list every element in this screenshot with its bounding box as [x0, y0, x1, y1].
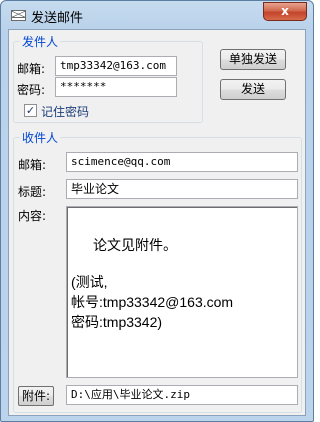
content-textarea[interactable]: 论文见附件。 (测试, 帐号:tmp33342@163.com 密码:tmp33… — [66, 206, 298, 378]
sender-email-label: 邮箱: — [17, 62, 46, 76]
content-line: 帐号:tmp33342@163.com — [71, 294, 234, 310]
sender-password-field[interactable]: ******* — [55, 77, 177, 97]
attachment-path-field[interactable]: D:\应用\毕业论文.zip — [66, 385, 298, 405]
recipient-email-field[interactable]: scimence@qq.com — [66, 152, 298, 172]
envelope-icon — [11, 10, 26, 21]
attachment-button[interactable]: 附件: — [18, 386, 54, 406]
content-label: 内容: — [18, 209, 47, 223]
sender-email-field[interactable]: tmp33342@163.com — [55, 56, 177, 76]
send-single-button[interactable]: 单独发送 — [220, 49, 286, 70]
window-title: 发送邮件 — [31, 11, 84, 26]
remember-password-checkbox[interactable]: ✓ — [24, 104, 37, 117]
title-bar[interactable]: 发送邮件 x — [1, 1, 313, 29]
recipient-group-title: 收件人 — [20, 129, 61, 146]
content-line: (测试, — [71, 274, 108, 290]
remember-password-label: 记住密码 — [41, 105, 90, 119]
subject-field[interactable]: 毕业论文 — [66, 179, 298, 199]
send-button[interactable]: 发送 — [220, 79, 286, 100]
content-line: 论文见附件。 — [93, 237, 177, 253]
recipient-email-label: 邮箱: — [18, 158, 47, 172]
sender-password-label: 密码: — [17, 83, 46, 97]
send-mail-window: 发送邮件 x 发件人 邮箱: tmp33342@163.com 密码: ****… — [0, 0, 314, 422]
sender-group-title: 发件人 — [20, 33, 61, 50]
subject-label: 标题: — [18, 185, 47, 199]
content-line: 密码:tmp3342) — [71, 314, 163, 330]
close-button[interactable]: x — [263, 2, 307, 21]
client-area: 发件人 邮箱: tmp33342@163.com 密码: ******* ✓ 记… — [8, 29, 306, 416]
